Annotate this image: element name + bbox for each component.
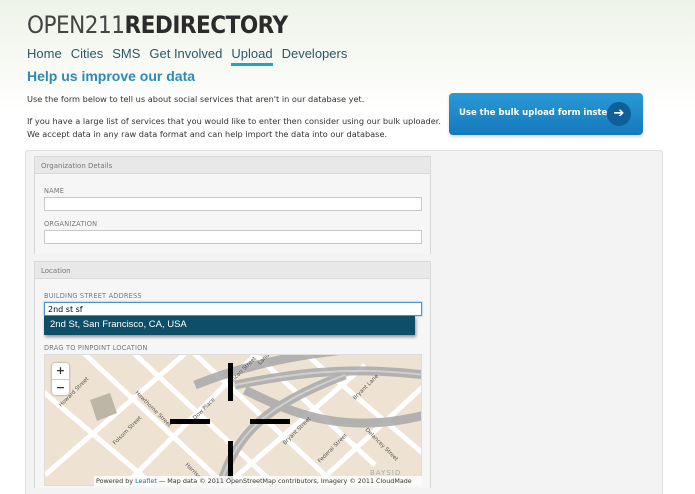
nav-developers[interactable]: Developers — [282, 46, 348, 66]
location-section-heading: Location — [34, 261, 431, 279]
logo-open211: OPEN211 — [27, 11, 125, 39]
nav-home[interactable]: Home — [27, 46, 62, 66]
address-input[interactable] — [44, 302, 422, 316]
attribution-prefix: Powered by — [96, 477, 136, 485]
attribution-text: — Map data © 2011 OpenStreetMap contribu… — [156, 477, 412, 485]
zoom-in-button[interactable]: + — [52, 363, 69, 379]
nav-get-involved[interactable]: Get Involved — [149, 46, 222, 66]
bulk-upload-label: Use the bulk upload form instead — [459, 108, 620, 118]
organization-label: ORGANIZATION — [44, 220, 98, 228]
pinpoint-label: DRAG TO PINPOINT LOCATION — [44, 344, 148, 352]
address-suggestion-item[interactable]: 2nd St, San Francisco, CA, USA — [44, 316, 415, 335]
logo-redirectory: REDIRECTORY — [124, 11, 289, 39]
leaflet-link[interactable]: Leaflet — [135, 477, 157, 485]
nav-sms[interactable]: SMS — [112, 46, 140, 66]
zoom-control: + − — [52, 363, 69, 395]
intro-text-1: Use the form below to tell us about soci… — [27, 94, 365, 104]
name-input[interactable] — [44, 197, 422, 211]
name-label: NAME — [44, 187, 65, 195]
arrow-right-icon: ➔ — [607, 102, 631, 126]
map-attribution: Powered by Leaflet — Map data © 2011 Ope… — [94, 476, 422, 486]
page-title: Help us improve our data — [27, 68, 196, 84]
nav-cities[interactable]: Cities — [71, 46, 104, 66]
org-section-heading: Organization Details — [34, 156, 431, 174]
location-map[interactable]: Howard Street Hawthorne Street Folsom St… — [44, 354, 422, 486]
organization-input[interactable] — [44, 230, 422, 244]
app-logo[interactable]: OPEN211REDIRECTORY — [27, 11, 288, 39]
main-nav: Home Cities SMS Get Involved Upload Deve… — [27, 46, 356, 66]
map-tiles: Howard Street Hawthorne Street Folsom St… — [45, 355, 421, 485]
intro-text-2: If you have a large list of services tha… — [27, 116, 441, 139]
zoom-out-button[interactable]: − — [52, 379, 69, 395]
bulk-upload-button[interactable]: Use the bulk upload form instead ➔ — [449, 93, 643, 135]
nav-upload[interactable]: Upload — [231, 46, 273, 66]
address-label: BUILDING STREET ADDRESS — [44, 292, 142, 300]
